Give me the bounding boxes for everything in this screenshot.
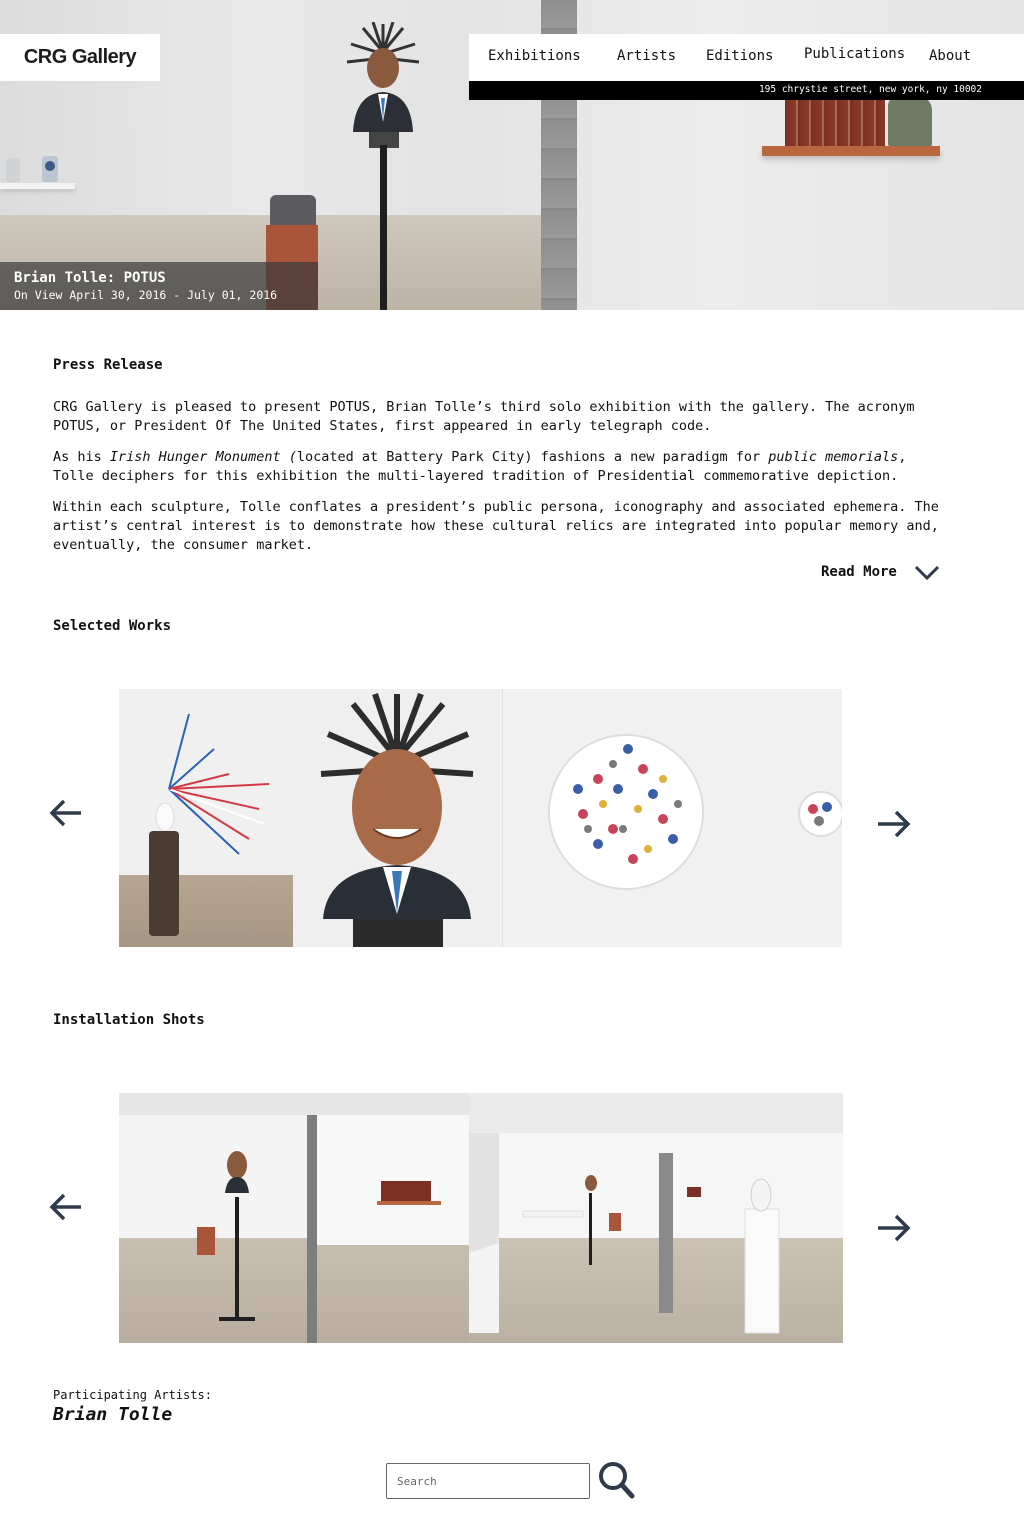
press-release-heading: Press Release	[53, 357, 163, 373]
nav-artists[interactable]: Artists	[617, 48, 676, 64]
read-more-label: Read More	[821, 564, 897, 580]
selected-works-heading: Selected Works	[53, 618, 172, 634]
bust-stand	[380, 145, 387, 310]
chevron-down-icon	[914, 565, 939, 581]
installation-image-2[interactable]	[469, 1093, 843, 1343]
installation-image-1[interactable]	[119, 1093, 469, 1343]
wall-shelf-right	[762, 146, 940, 156]
works-next-arrow-icon[interactable]	[876, 809, 912, 839]
installation-next-arrow-icon[interactable]	[876, 1213, 912, 1243]
installation-prev-arrow-icon[interactable]	[48, 1192, 84, 1222]
read-more-button[interactable]: Read More	[821, 563, 941, 581]
jar-sculptures-image	[6, 156, 58, 182]
exhibition-title: Brian Tolle: POTUS	[14, 270, 166, 286]
participating-artists-label: Participating Artists:	[53, 1388, 212, 1402]
nav-editions[interactable]: Editions	[706, 48, 773, 64]
main-nav: Exhibitions Artists Editions Publication…	[469, 34, 1024, 81]
participating-artist-link[interactable]: Brian Tolle	[53, 1404, 172, 1425]
search-icon[interactable]	[597, 1460, 635, 1500]
logo[interactable]: CRG Gallery	[0, 34, 160, 81]
books-sculpture	[785, 98, 885, 146]
nav-publications[interactable]: Publications	[804, 46, 905, 62]
installation-shots-heading: Installation Shots	[53, 1012, 205, 1028]
address-bar: 195 chrystie street, new york, ny 10002	[469, 81, 1024, 100]
exhibition-caption: Brian Tolle: POTUS On View April 30, 201…	[0, 262, 318, 310]
works-prev-arrow-icon[interactable]	[48, 798, 84, 828]
exhibition-dates: On View April 30, 2016 - July 01, 2016	[14, 288, 278, 302]
press-paragraph-1: CRG Gallery is pleased to present POTUS,…	[53, 399, 915, 434]
selected-works-carousel[interactable]	[119, 689, 842, 947]
bookend-bust	[888, 96, 932, 146]
search-input[interactable]	[386, 1463, 590, 1499]
work-image-bust[interactable]	[293, 689, 502, 947]
press-release-body: CRG Gallery is pleased to present POTUS,…	[53, 398, 953, 567]
work-image-buttons[interactable]	[502, 689, 842, 947]
bust-sculpture-image	[346, 22, 420, 132]
gallery-address: 195 chrystie street, new york, ny 10002	[758, 84, 982, 95]
nav-exhibitions[interactable]: Exhibitions	[488, 48, 581, 64]
press-paragraph-3: Within each sculpture, Tolle conflates a…	[53, 499, 939, 553]
press-paragraph-2: As his Irish Hunger Monument (located at…	[53, 449, 907, 484]
nav-about[interactable]: About	[929, 48, 971, 64]
logo-text: CRG Gallery	[23, 46, 137, 68]
installation-carousel[interactable]	[119, 1093, 843, 1343]
work-image-flag-sculpture[interactable]	[119, 689, 293, 947]
